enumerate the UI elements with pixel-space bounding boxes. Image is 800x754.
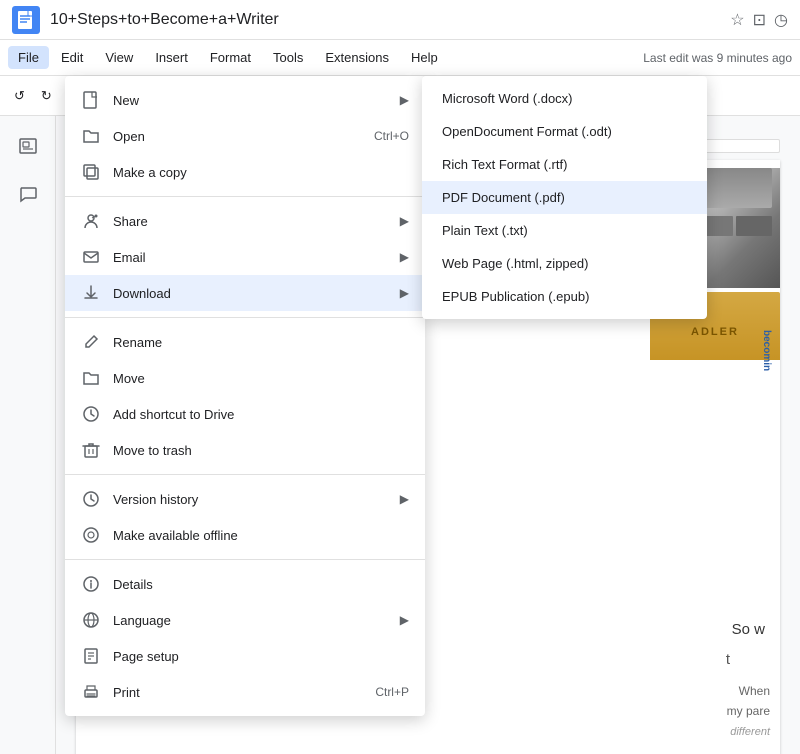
file-copy-item[interactable]: Make a copy — [65, 154, 425, 190]
history-icon[interactable]: ◷ — [774, 10, 788, 30]
share-arrow-icon: ▶ — [400, 214, 409, 228]
file-version-item[interactable]: Version history ▶ — [65, 481, 425, 517]
share-icon — [81, 211, 101, 231]
download-txt[interactable]: Plain Text (.txt) — [422, 214, 707, 247]
new-arrow-icon: ▶ — [400, 93, 409, 107]
file-details-item[interactable]: Details — [65, 566, 425, 602]
download-html[interactable]: Web Page (.html, zipped) — [422, 247, 707, 280]
download-docx-label: Microsoft Word (.docx) — [442, 91, 573, 106]
download-html-label: Web Page (.html, zipped) — [442, 256, 588, 271]
download-odt-label: OpenDocument Format (.odt) — [442, 124, 612, 139]
file-offline-label: Make available offline — [113, 528, 409, 543]
file-share-label: Share — [113, 214, 388, 229]
download-odt[interactable]: OpenDocument Format (.odt) — [422, 115, 707, 148]
download-submenu: Microsoft Word (.docx) OpenDocument Form… — [422, 76, 707, 319]
file-rename-item[interactable]: Rename — [65, 324, 425, 360]
divider-2 — [65, 317, 425, 318]
file-language-label: Language — [113, 613, 388, 628]
title-icons: ☆ ⊡ ◷ — [730, 10, 788, 30]
language-icon — [81, 610, 101, 630]
offline-icon — [81, 525, 101, 545]
cloud-icon[interactable]: ⊡ — [753, 10, 766, 30]
download-docx[interactable]: Microsoft Word (.docx) — [422, 82, 707, 115]
new-icon — [81, 90, 101, 110]
version-arrow-icon: ▶ — [400, 492, 409, 506]
shortcut-icon — [81, 404, 101, 424]
menu-view[interactable]: View — [95, 46, 143, 69]
version-icon — [81, 489, 101, 509]
file-copy-label: Make a copy — [113, 165, 409, 180]
trash-icon — [81, 440, 101, 460]
left-sidebar — [0, 116, 56, 754]
print-shortcut: Ctrl+P — [375, 685, 409, 699]
download-epub-label: EPUB Publication (.epub) — [442, 289, 589, 304]
last-edit: Last edit was 9 minutes ago — [643, 51, 792, 65]
file-trash-item[interactable]: Move to trash — [65, 432, 425, 468]
undo-button[interactable]: ↺ — [8, 84, 31, 108]
file-open-item[interactable]: Open Ctrl+O — [65, 118, 425, 154]
file-details-label: Details — [113, 577, 409, 592]
doc-icon — [12, 6, 40, 34]
file-print-label: Print — [113, 685, 363, 700]
divider-4 — [65, 559, 425, 560]
file-share-item[interactable]: Share ▶ — [65, 203, 425, 239]
sidebar-chat-icon[interactable] — [10, 176, 46, 212]
copy-icon — [81, 162, 101, 182]
star-icon[interactable]: ☆ — [730, 10, 744, 30]
divider-1 — [65, 196, 425, 197]
file-download-item[interactable]: Download ▶ — [65, 275, 425, 311]
doc-title: 10+Steps+to+Become+a+Writer — [50, 11, 720, 29]
download-pdf[interactable]: PDF Document (.pdf) — [422, 181, 707, 214]
email-icon — [81, 247, 101, 267]
file-pagesetup-item[interactable]: Page setup — [65, 638, 425, 674]
file-pagesetup-label: Page setup — [113, 649, 409, 664]
download-arrow-icon: ▶ — [400, 286, 409, 300]
divider-3 — [65, 474, 425, 475]
file-shortcut-label: Add shortcut to Drive — [113, 407, 409, 422]
sidebar-explore-icon[interactable] — [10, 128, 46, 164]
download-txt-label: Plain Text (.txt) — [442, 223, 528, 238]
file-version-label: Version history — [113, 492, 388, 507]
move-icon — [81, 368, 101, 388]
email-arrow-icon: ▶ — [400, 250, 409, 264]
menu-edit[interactable]: Edit — [51, 46, 93, 69]
file-print-item[interactable]: Print Ctrl+P — [65, 674, 425, 710]
menu-insert[interactable]: Insert — [145, 46, 198, 69]
redo-button[interactable]: ↻ — [35, 84, 58, 108]
file-email-item[interactable]: Email ▶ — [65, 239, 425, 275]
file-email-label: Email — [113, 250, 388, 265]
menu-extensions[interactable]: Extensions — [315, 46, 399, 69]
menu-file[interactable]: File — [8, 46, 49, 69]
file-menu-dropdown: New ▶ Open Ctrl+O Make a copy — [65, 76, 425, 716]
download-epub[interactable]: EPUB Publication (.epub) — [422, 280, 707, 313]
download-rtf[interactable]: Rich Text Format (.rtf) — [422, 148, 707, 181]
download-icon — [81, 283, 101, 303]
file-new-label: New — [113, 93, 388, 108]
file-trash-label: Move to trash — [113, 443, 409, 458]
rename-icon — [81, 332, 101, 352]
menu-bar: File Edit View Insert Format Tools Exten… — [0, 40, 800, 76]
file-rename-label: Rename — [113, 335, 409, 350]
file-new-item[interactable]: New ▶ — [65, 82, 425, 118]
file-shortcut-item[interactable]: Add shortcut to Drive — [65, 396, 425, 432]
file-move-item[interactable]: Move — [65, 360, 425, 396]
download-rtf-label: Rich Text Format (.rtf) — [442, 157, 567, 172]
menu-format[interactable]: Format — [200, 46, 261, 69]
open-shortcut: Ctrl+O — [374, 129, 409, 143]
details-icon — [81, 574, 101, 594]
print-icon — [81, 682, 101, 702]
title-bar: 10+Steps+to+Become+a+Writer ☆ ⊡ ◷ — [0, 0, 800, 40]
file-language-item[interactable]: Language ▶ — [65, 602, 425, 638]
file-move-label: Move — [113, 371, 409, 386]
download-pdf-label: PDF Document (.pdf) — [442, 190, 565, 205]
menu-help[interactable]: Help — [401, 46, 448, 69]
file-download-label: Download — [113, 286, 388, 301]
open-icon — [81, 126, 101, 146]
language-arrow-icon: ▶ — [400, 613, 409, 627]
menu-tools[interactable]: Tools — [263, 46, 313, 69]
file-open-label: Open — [113, 129, 362, 144]
pagesetup-icon — [81, 646, 101, 666]
file-offline-item[interactable]: Make available offline — [65, 517, 425, 553]
